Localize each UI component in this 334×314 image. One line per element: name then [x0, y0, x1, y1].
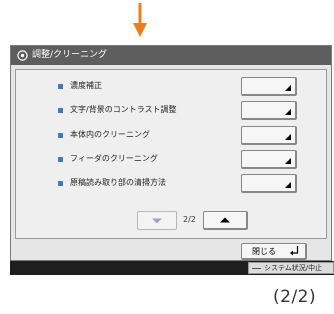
menu-item-label: 文字/背景のコントラスト調整	[70, 105, 177, 114]
corner-arrow-icon: ◢	[284, 132, 291, 141]
scanner-cleaning-button[interactable]: ◢	[241, 174, 297, 193]
menu-item-feeder-cleaning[interactable]: フィーダのクリーニング ◢	[16, 150, 326, 174]
enter-icon	[290, 246, 299, 256]
corner-arrow-icon: ◢	[284, 156, 291, 165]
menu-item-label: 本体内のクリーニング	[70, 130, 150, 139]
system-status-label: システム状況/中止	[264, 264, 323, 272]
bullet-icon	[58, 157, 63, 162]
body-cleaning-button[interactable]: ◢	[241, 126, 297, 145]
wrench-icon	[17, 50, 28, 61]
status-bar: システム状況/中止	[10, 261, 334, 275]
menu-item-label: 原稿読み取り部の清掃方法	[70, 178, 166, 187]
pointer-arrow-icon	[133, 3, 147, 37]
page-down-button[interactable]	[137, 211, 177, 230]
menu-item-label: フィーダのクリーニング	[70, 154, 158, 163]
page-number: (2/2)	[273, 287, 317, 307]
triangle-down-icon	[152, 218, 162, 223]
triangle-up-icon	[220, 217, 230, 223]
corner-arrow-icon: ◢	[284, 180, 291, 189]
feeder-cleaning-button[interactable]: ◢	[241, 150, 297, 169]
corner-arrow-icon: ◢	[284, 83, 291, 92]
close-button[interactable]: 閉じる	[241, 243, 307, 260]
bullet-icon	[58, 181, 63, 186]
corner-arrow-icon: ◢	[284, 107, 291, 116]
system-status-button[interactable]: システム状況/中止	[248, 262, 334, 274]
window-title: 調整/クリーニング	[32, 50, 108, 60]
adjust-cleaning-window: 調整/クリーニング 濃度補正 ◢ 文字/背景のコントラスト調整 ◢ 本体内のクリ…	[10, 45, 332, 261]
contrast-button[interactable]: ◢	[241, 101, 297, 120]
menu-item-density-correction[interactable]: 濃度補正 ◢	[16, 77, 326, 101]
window-titlebar: 調整/クリーニング	[11, 46, 331, 65]
dash-icon	[252, 268, 261, 269]
menu-item-label: 濃度補正	[70, 81, 102, 90]
page-up-button[interactable]	[203, 211, 248, 230]
close-label: 閉じる	[252, 247, 276, 256]
menu-item-contrast[interactable]: 文字/背景のコントラスト調整 ◢	[16, 101, 326, 125]
bullet-icon	[58, 84, 63, 89]
page-indicator: 2/2	[183, 215, 196, 224]
density-correction-button[interactable]: ◢	[241, 77, 297, 96]
menu-panel: 濃度補正 ◢ 文字/背景のコントラスト調整 ◢ 本体内のクリーニング ◢ フィー…	[15, 69, 327, 239]
menu-item-scanner-cleaning[interactable]: 原稿読み取り部の清掃方法 ◢	[16, 174, 326, 198]
menu-item-body-cleaning[interactable]: 本体内のクリーニング ◢	[16, 126, 326, 150]
bullet-icon	[58, 108, 63, 113]
bullet-icon	[58, 133, 63, 138]
